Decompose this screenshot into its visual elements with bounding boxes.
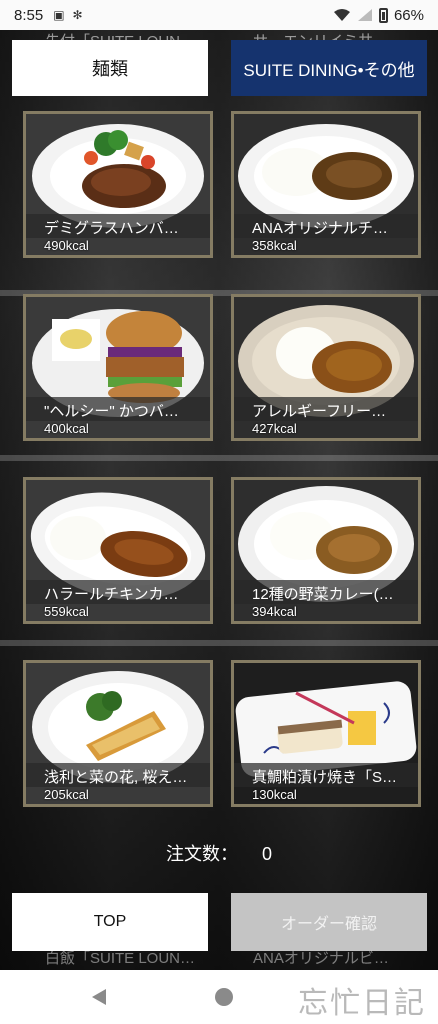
screenshot-icon: ▣	[53, 8, 65, 22]
menu-item-kcal: 490kcal	[44, 238, 89, 253]
menu-item-name: 12種の野菜カレー(…	[234, 580, 418, 604]
battery-percent: 66%	[393, 6, 424, 24]
menu-item-name: 真鯛粕漬け焼き「S…	[234, 763, 418, 787]
menu-card[interactable]: ハラールチキンカ… 559kcal	[23, 477, 213, 624]
menu-item-kcal: 394kcal	[252, 604, 297, 619]
menu-card[interactable]: アレルギーフリー… 427kcal	[231, 294, 421, 441]
menu-item-name: "ヘルシー" かつバ…	[26, 397, 210, 421]
menu-item-name: ANAオリジナルチ…	[234, 214, 418, 238]
navigation-bar: 忘忙日記	[0, 970, 438, 1024]
menu-card[interactable]: 真鯛粕漬け焼き「S… 130kcal	[231, 660, 421, 807]
faded-item-left: 白飯「SUITE LOUN…	[45, 950, 196, 967]
status-bar: 8:55 ▣ ✻ 66%	[0, 0, 438, 30]
top-button[interactable]: TOP	[12, 893, 208, 951]
menu-item-kcal: 427kcal	[252, 421, 297, 436]
order-count-label: 注文数：	[165, 844, 238, 864]
cellular-icon	[357, 9, 372, 21]
fan-icon: ✻	[72, 8, 83, 22]
menu-item-kcal: 358kcal	[252, 238, 297, 253]
menu-item-name: デミグラスハンバ…	[26, 214, 210, 238]
back-icon[interactable]	[90, 988, 108, 1006]
menu-item-name: アレルギーフリー…	[234, 397, 418, 421]
menu-item-kcal: 130kcal	[252, 787, 297, 802]
menu-card[interactable]: 浅利と菜の花, 桜え… 205kcal	[23, 660, 213, 807]
category-noodles-button[interactable]: 麺類	[12, 40, 208, 96]
order-confirm-button[interactable]: オーダー確認	[231, 893, 427, 951]
battery-icon	[378, 7, 388, 23]
menu-item-name: ハラールチキンカ…	[26, 580, 210, 604]
menu-item-kcal: 400kcal	[44, 421, 89, 436]
menu-card[interactable]: 12種の野菜カレー(… 394kcal	[231, 477, 421, 624]
menu-card[interactable]: ANAオリジナルチ… 358kcal	[231, 111, 421, 258]
order-count: 注文数： 0	[0, 840, 438, 866]
menu-card[interactable]: "ヘルシー" かつバ… 400kcal	[23, 294, 213, 441]
home-icon[interactable]	[215, 988, 233, 1006]
order-count-value: 0	[261, 844, 272, 864]
menu-card[interactable]: デミグラスハンバ… 490kcal	[23, 111, 213, 258]
category-suite-dining-button[interactable]: SUITE DINING•その他	[231, 40, 427, 96]
watermark-logo: 忘忙日記	[298, 986, 426, 1021]
menu-item-kcal: 205kcal	[44, 787, 89, 802]
menu-item-name: 浅利と菜の花, 桜え…	[26, 763, 210, 787]
status-time: 8:55	[14, 6, 44, 24]
wifi-icon	[333, 9, 350, 21]
faded-item-right: ANAオリジナルビ…	[253, 950, 389, 967]
menu-item-kcal: 559kcal	[44, 604, 89, 619]
